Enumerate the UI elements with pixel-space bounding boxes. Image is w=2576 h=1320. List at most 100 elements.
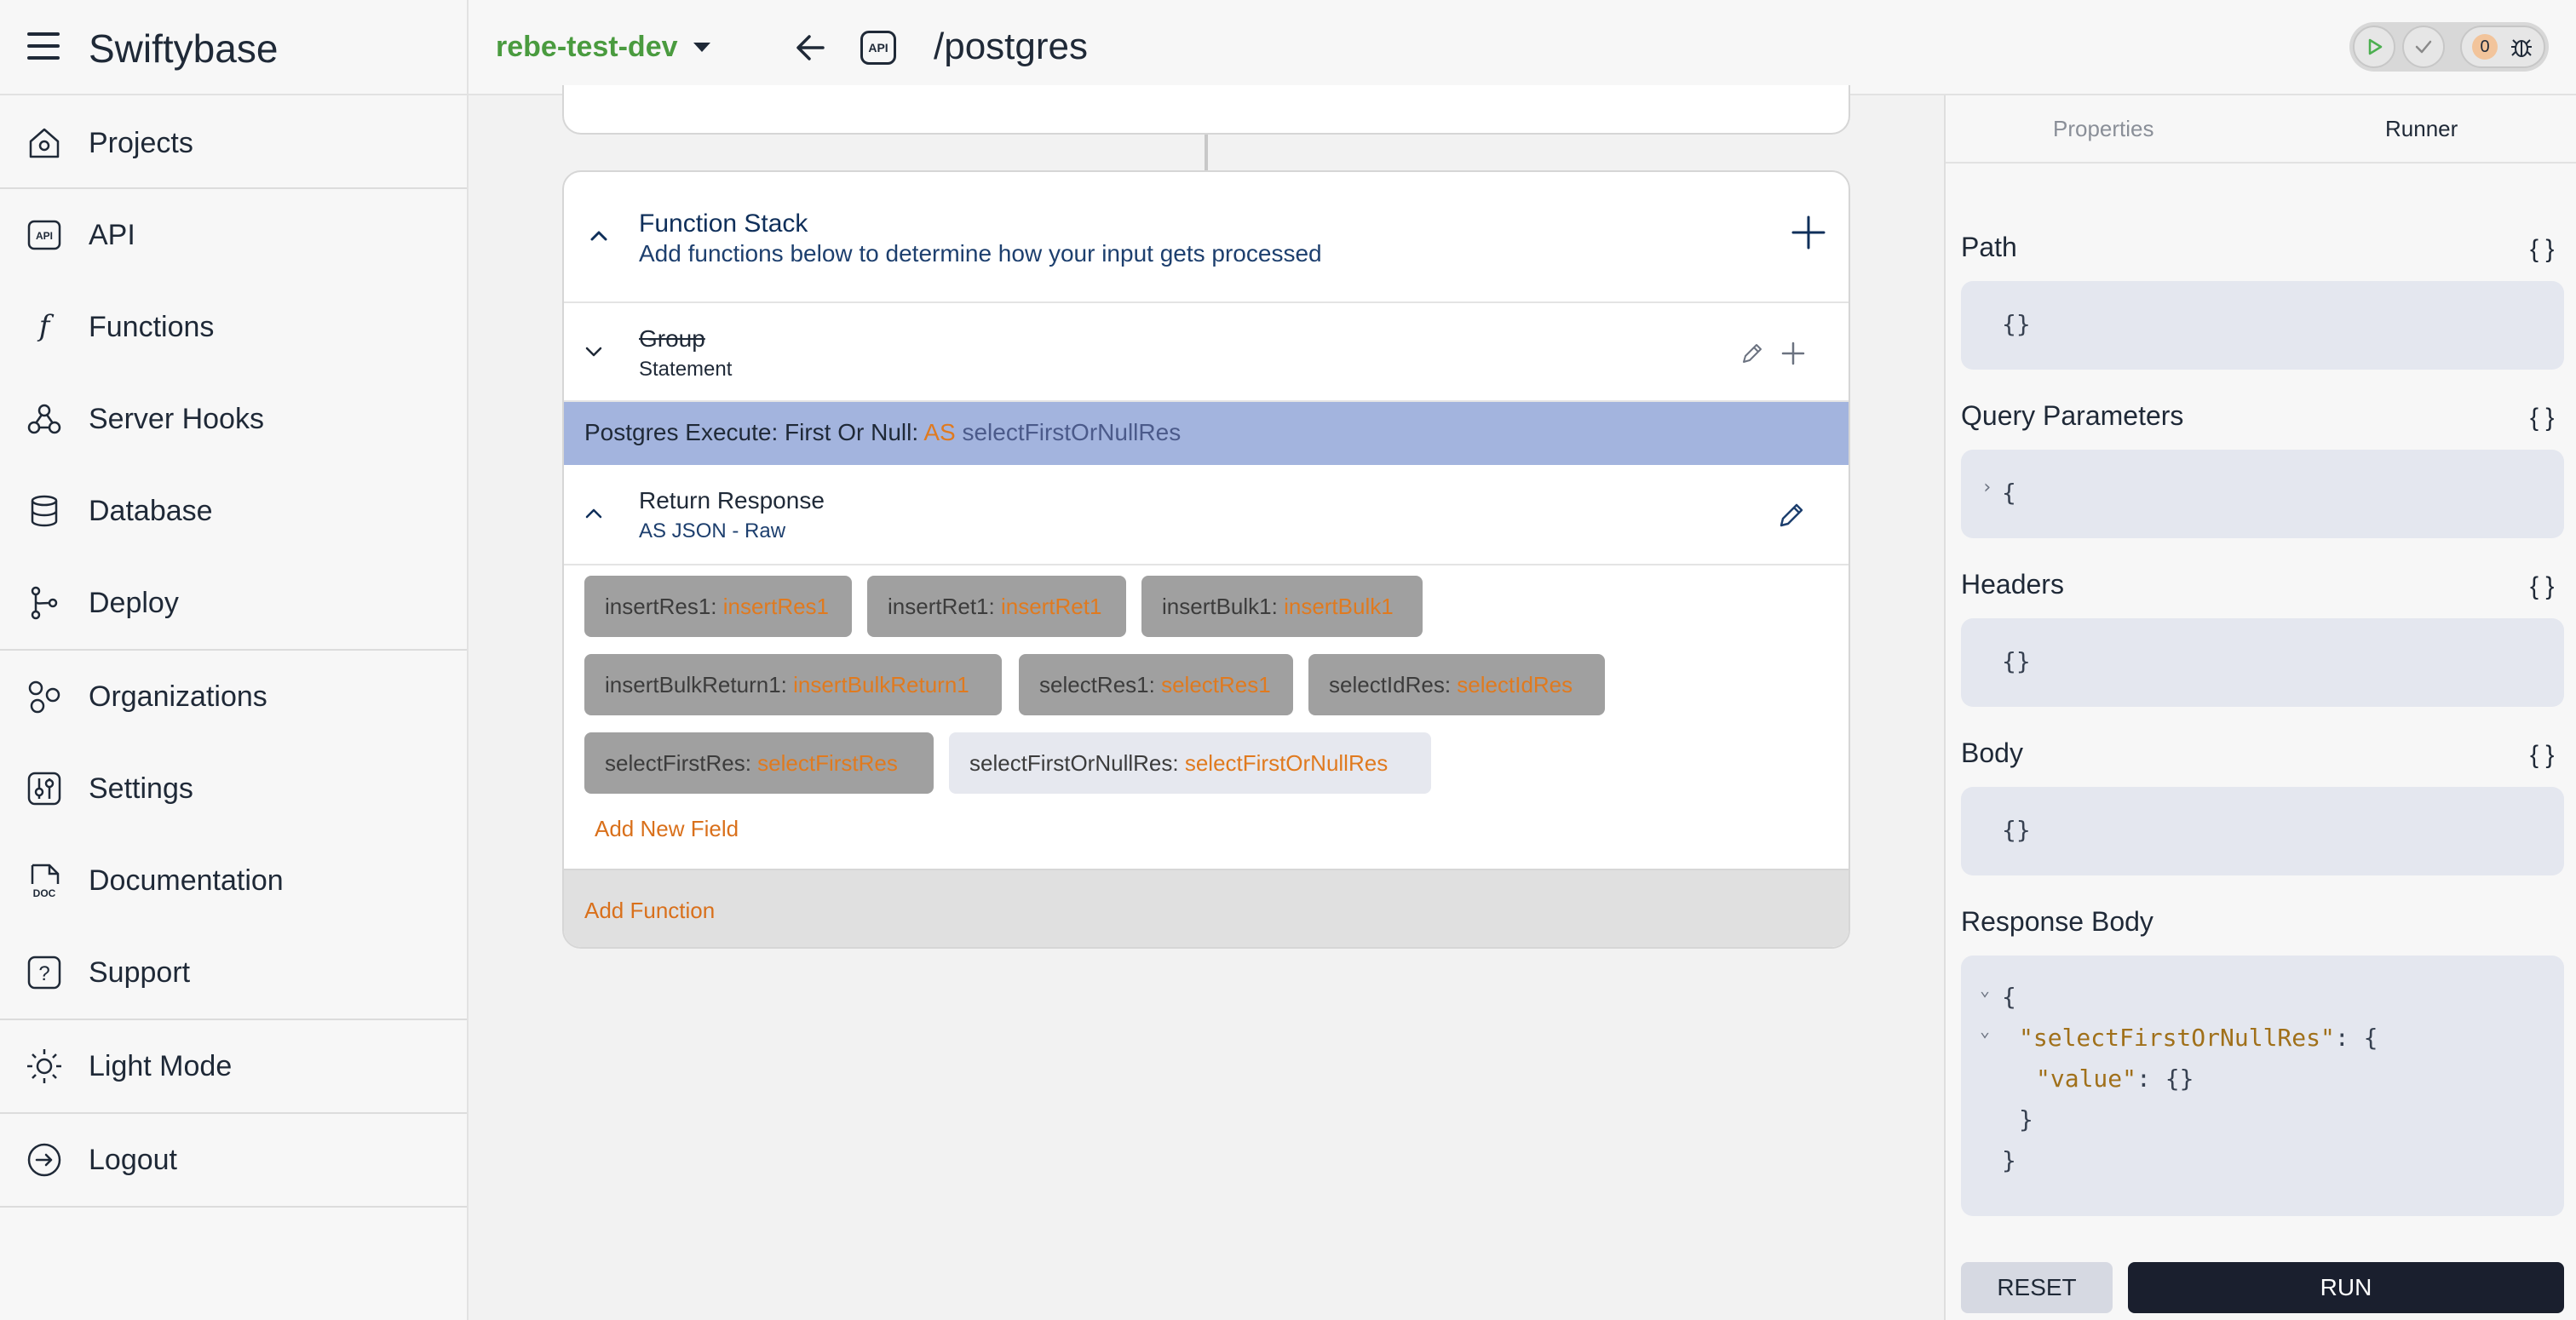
add-plus-icon[interactable]	[1780, 341, 1806, 366]
body-label: Body	[1961, 737, 2023, 768]
api-icon: API	[860, 31, 896, 65]
edit-pencil-icon[interactable]	[1777, 501, 1806, 530]
edit-pencil-icon[interactable]	[1739, 341, 1765, 366]
chevron-right-icon[interactable]: ›	[1981, 477, 1992, 498]
sidebar-item-organizations[interactable]: Organizations	[0, 651, 467, 743]
field-key: selectFirstOrNullRes	[969, 749, 1173, 776]
connector-line	[1205, 135, 1208, 170]
sidebar-item-support[interactable]: ? Support	[0, 927, 467, 1019]
check-icon	[2415, 40, 2432, 54]
chevron-up-icon[interactable]	[589, 227, 608, 245]
response-field-chip[interactable]: selectIdRes: selectIdRes	[1308, 654, 1605, 715]
json-punct: : {	[2334, 1024, 2378, 1052]
json-open-brace: {	[2002, 983, 2016, 1011]
caret-down-icon	[693, 43, 710, 52]
header-actions	[2349, 22, 2549, 72]
sidebar-item-database[interactable]: Database	[0, 465, 467, 557]
body-braces-toggle[interactable]: { }	[2530, 741, 2554, 770]
body-editor[interactable]: {}	[1961, 787, 2564, 875]
sidebar-item-label: Settings	[89, 772, 193, 805]
chevron-down-icon[interactable]: ⌄	[1980, 979, 1990, 1000]
run-button[interactable]: RUN	[2128, 1262, 2564, 1313]
group-title: Group	[639, 325, 705, 352]
sidebar-item-label: Projects	[89, 126, 193, 159]
postgres-execute-label: Postgres Execute: First Or Null: AS sele…	[584, 419, 1181, 446]
group-statement-row[interactable]: Group Statement	[564, 303, 1849, 402]
response-field-chip[interactable]: selectFirstOrNullRes: selectFirstOrNullR…	[949, 732, 1431, 794]
sidebar-item-functions[interactable]: f Functions	[0, 281, 467, 373]
sidebar-item-deploy[interactable]: Deploy	[0, 557, 467, 649]
tab-properties[interactable]: Properties	[2053, 116, 2154, 142]
sidebar-item-label: Documentation	[89, 864, 284, 897]
sidebar-item-api[interactable]: API API	[0, 189, 467, 281]
chevron-down-icon[interactable]	[584, 342, 603, 361]
field-value: selectRes1	[1161, 671, 1271, 697]
return-response-row[interactable]: Return Response AS JSON - Raw	[564, 465, 1849, 565]
as-keyword: AS	[923, 419, 956, 445]
svg-text:f: f	[37, 309, 55, 343]
sidebar-item-label: API	[89, 218, 135, 251]
organizations-icon	[28, 680, 60, 714]
path-braces-toggle[interactable]: { }	[2530, 235, 2554, 264]
sidebar-item-label: Light Mode	[89, 1049, 233, 1082]
json-key: "value"	[2036, 1065, 2137, 1093]
api-icon: API	[27, 220, 61, 250]
menu-icon[interactable]	[27, 32, 60, 61]
sidebar-item-documentation[interactable]: DOC Documentation	[0, 835, 467, 927]
reset-button[interactable]: RESET	[1961, 1262, 2113, 1313]
function-stack-card: Function Stack Add functions below to de…	[562, 170, 1850, 949]
headers-value: {}	[2002, 647, 2031, 675]
postgres-execute-row[interactable]: Postgres Execute: First Or Null: AS sele…	[564, 402, 1849, 465]
query-parameters-editor[interactable]: › {	[1961, 450, 2564, 538]
sidebar-item-projects[interactable]: Projects	[0, 97, 467, 189]
headers-editor[interactable]: {}	[1961, 618, 2564, 707]
response-field-chip[interactable]: insertBulk1: insertBulk1	[1141, 576, 1423, 637]
postgres-result-var: selectFirstOrNullRes	[962, 419, 1182, 445]
field-key: insertRet1	[888, 593, 989, 619]
previous-card	[562, 85, 1850, 135]
tab-runner[interactable]: Runner	[2385, 116, 2458, 142]
settings-icon	[27, 772, 61, 806]
headers-label: Headers	[1961, 569, 2064, 600]
response-field-chip[interactable]: selectRes1: selectRes1	[1019, 654, 1293, 715]
check-button[interactable]	[2402, 26, 2445, 68]
play-button[interactable]	[2353, 26, 2395, 68]
project-selector[interactable]: rebe-test-dev	[496, 31, 710, 64]
add-function-plus-icon[interactable]	[1791, 215, 1826, 250]
response-field-chip[interactable]: insertBulkReturn1: insertBulkReturn1	[584, 654, 1002, 715]
sidebar-item-settings[interactable]: Settings	[0, 743, 467, 835]
sidebar-item-light-mode[interactable]: Light Mode	[0, 1020, 467, 1112]
response-body-label: Response Body	[1961, 906, 2153, 937]
field-value: selectFirstRes	[757, 749, 898, 776]
add-function-link[interactable]: Add Function	[584, 898, 715, 924]
sun-icon	[27, 1049, 61, 1083]
json-key: "selectFirstOrNullRes"	[2019, 1024, 2335, 1052]
chevron-up-icon[interactable]	[584, 504, 603, 523]
function-stack-header: Function Stack Add functions below to de…	[564, 172, 1849, 303]
field-key: selectIdRes	[1329, 671, 1445, 697]
sidebar-item-label: Organizations	[89, 680, 267, 713]
svg-text:API: API	[36, 230, 53, 242]
add-function-bar[interactable]: Add Function	[564, 869, 1849, 947]
response-field-chip[interactable]: insertRet1: insertRet1	[867, 576, 1126, 637]
back-arrow-icon[interactable]	[792, 29, 830, 66]
function-stack-title: Function Stack	[639, 209, 808, 238]
field-key: insertRes1	[605, 593, 711, 619]
sidebar-item-label: Database	[89, 494, 213, 527]
sidebar-item-server-hooks[interactable]: Server Hooks	[0, 373, 467, 465]
response-body-viewer[interactable]: ⌄ { ⌄ "selectFirstOrNullRes": { "value":…	[1961, 956, 2564, 1216]
add-new-field-link[interactable]: Add New Field	[595, 816, 739, 842]
chevron-down-icon[interactable]: ⌄	[1980, 1020, 1990, 1041]
sidebar-item-logout[interactable]: Logout	[0, 1114, 467, 1206]
svg-text:?: ?	[38, 962, 49, 985]
logout-icon	[27, 1143, 61, 1177]
response-field-chip[interactable]: insertRes1: insertRes1	[584, 576, 852, 637]
response-field-chip[interactable]: selectFirstRes: selectFirstRes	[584, 732, 934, 794]
headers-braces-toggle[interactable]: { }	[2530, 572, 2554, 601]
query-value: {	[2002, 479, 2016, 507]
query-braces-toggle[interactable]: { }	[2530, 404, 2554, 433]
path-editor[interactable]: {}	[1961, 281, 2564, 370]
git-branch-icon	[31, 586, 58, 620]
home-icon	[29, 128, 60, 158]
field-value: insertBulkReturn1	[793, 671, 969, 697]
